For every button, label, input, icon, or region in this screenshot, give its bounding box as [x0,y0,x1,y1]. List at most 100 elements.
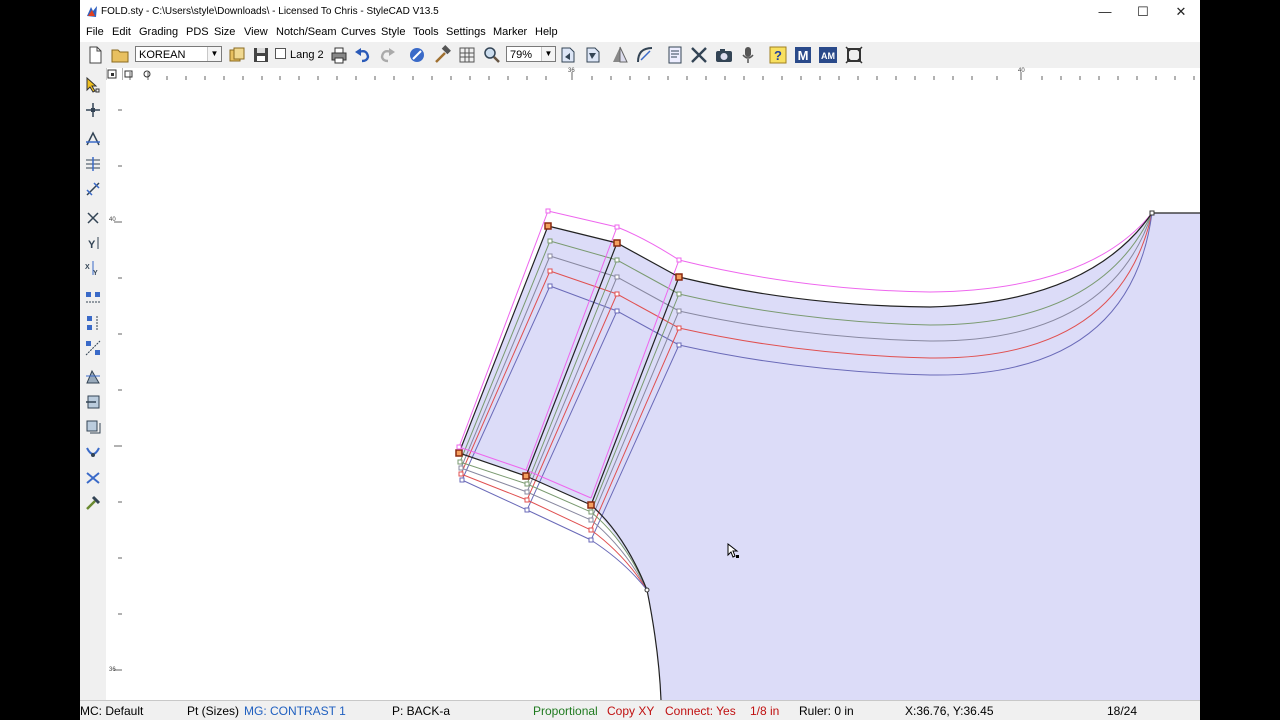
microphone-icon[interactable] [738,45,758,65]
menu-file[interactable]: File [86,26,104,38]
rotate-grade-icon[interactable] [84,444,102,462]
status-snap: 1/8 in [750,704,780,718]
svg-text:AM: AM [821,51,835,61]
lang2-label: Lang 2 [290,49,324,61]
menu-edit[interactable]: Edit [112,26,131,38]
status-connect: Connect: Yes [665,704,736,718]
status-ruler: Ruler: 0 in [799,704,854,718]
shift-icon[interactable] [84,368,102,386]
cross-tools-icon[interactable] [689,45,709,65]
swap-grade-icon[interactable] [84,469,102,487]
menu-tools[interactable]: Tools [413,26,439,38]
status-bar: MC: Default Pt (Sizes) MG: CONTRAST 1 P:… [80,700,1200,720]
menu-settings[interactable]: Settings [446,26,486,38]
select-arrow-icon[interactable] [84,76,102,94]
status-mode: Proportional [533,704,598,718]
ruler-ticks-top [122,68,1195,80]
help-icon[interactable]: ? [768,45,788,65]
status-piece: P: BACK-a [392,704,451,718]
ruler-ticks-left [114,109,122,671]
ruler-label-top-0: 36 [568,68,575,74]
shift-left-icon[interactable] [84,393,102,411]
open-folder-icon[interactable] [110,45,130,65]
chevron-down-icon: ▼ [207,47,221,61]
m-icon[interactable]: M [793,45,813,65]
status-pt: Pt (Sizes) [187,704,240,718]
ruler-label-top-1: 40 [1018,68,1025,74]
pattern-drawing[interactable] [122,80,1200,700]
menu-bar: File Edit Grading PDS Size View Notch/Se… [80,24,1200,42]
frame-icon[interactable] [844,45,864,65]
copy-xy-icon[interactable] [84,339,102,357]
minimize-button[interactable]: — [1086,0,1124,24]
hammer-icon[interactable] [432,45,452,65]
grade-xy-icon[interactable] [84,180,102,198]
menu-view[interactable]: View [244,26,268,38]
save-icon[interactable] [251,45,271,65]
menu-grading[interactable]: Grading [139,26,178,38]
move-point-icon[interactable] [84,101,102,119]
y-flip-icon[interactable]: Y [84,234,102,252]
ruler-origin-icon [143,70,151,78]
language-select[interactable]: KOREAN ▼ [135,46,222,62]
status-count: 18/24 [1107,704,1138,718]
hammer-grade-icon[interactable] [84,494,102,512]
stylecad-window: FOLD.sty - C:\Users\style\Downloads\ - L… [80,0,1200,720]
svg-text:Y: Y [88,239,96,251]
curve-tool-icon[interactable] [635,45,655,65]
ruler-label-left-0: 40 [109,217,116,223]
maximize-button[interactable]: ☐ [1124,0,1162,24]
shift-down-icon[interactable] [84,418,102,436]
undo-icon[interactable] [353,45,373,65]
grade-x-icon[interactable] [84,130,102,148]
document-icon[interactable] [665,45,685,65]
close-button[interactable]: ✕ [1162,0,1200,24]
redo-icon[interactable] [377,45,397,65]
zoom-value: 79% [510,49,533,61]
svg-text:?: ? [774,48,782,63]
xy-flip-icon[interactable]: XY [84,259,102,277]
svg-text:X: X [85,264,90,271]
grade-y-icon[interactable] [84,155,102,173]
camera-icon[interactable] [714,45,734,65]
print-icon[interactable] [329,45,349,65]
shoulder-point[interactable] [1149,210,1155,216]
window-title: FOLD.sty - C:\Users\style\Downloads\ - L… [101,6,439,17]
rotate-left-icon[interactable] [558,45,578,65]
ruler-corner [106,68,122,80]
left-toolbar: Y XY [80,68,107,700]
mouse-cursor-icon [727,543,739,558]
lang2-toggle[interactable]: Lang 2 [275,48,324,61]
mirror-icon[interactable] [610,45,630,65]
lang2-checkbox[interactable] [275,48,286,59]
copy-x-icon[interactable] [84,289,102,307]
menu-notch-seam[interactable]: Notch/Seam [276,26,337,38]
rotate-right-icon[interactable] [583,45,603,65]
measure-icon[interactable] [407,45,427,65]
menu-size[interactable]: Size [214,26,235,38]
menu-curves[interactable]: Curves [341,26,376,38]
language-value: KOREAN [139,49,186,61]
new-file-icon[interactable] [85,45,105,65]
am-icon[interactable]: AM [818,45,838,65]
grid-icon[interactable] [457,45,477,65]
chevron-down-icon: ▼ [541,47,555,61]
ruler-label-left-1: 36 [109,667,116,673]
copy-style-icon[interactable] [227,45,247,65]
curve-point[interactable] [644,587,650,593]
copy-y-icon[interactable] [84,314,102,332]
svg-text:M: M [798,48,809,63]
zoom-icon[interactable] [482,45,502,65]
menu-pds[interactable]: PDS [186,26,209,38]
zoom-select[interactable]: 79% ▼ [506,46,556,62]
ruler-grid-icon [124,70,133,78]
cross-icon[interactable] [84,209,102,227]
menu-style[interactable]: Style [381,26,405,38]
status-coords: X:36.76, Y:36.45 [905,704,994,718]
menu-help[interactable]: Help [535,26,558,38]
ruler-toggle-icon[interactable] [106,68,122,80]
vertical-ruler: 40 36 [106,80,123,700]
main-toolbar: KOREAN ▼ Lang 2 79% ▼ ? M AM [80,42,1200,69]
menu-marker[interactable]: Marker [493,26,527,38]
pattern-canvas[interactable] [122,80,1200,700]
